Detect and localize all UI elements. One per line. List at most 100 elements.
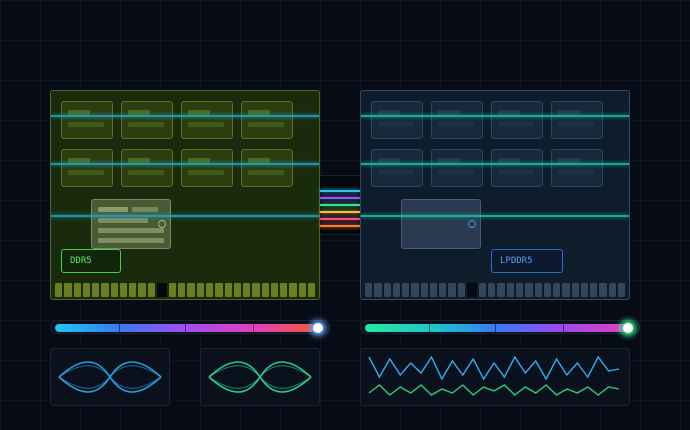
connector-pin — [64, 283, 72, 297]
waveform-panel — [360, 348, 630, 406]
memory-chip — [491, 101, 543, 139]
connector-pin — [506, 283, 514, 297]
connector-pin — [187, 283, 195, 297]
module-label-ddr5: DDR5 — [61, 249, 121, 273]
pmic-controller — [91, 199, 171, 249]
connector-pin — [411, 283, 419, 297]
bandwidth-fill — [365, 324, 627, 332]
bandwidth-bar-lpddr5 — [360, 320, 640, 334]
memory-chip — [241, 101, 293, 139]
connector-pin — [205, 283, 214, 297]
lpddr5-module: LPDDR5 — [360, 90, 630, 300]
connector-pin — [580, 283, 589, 297]
bus-wire — [320, 218, 360, 220]
connector-pin — [280, 283, 288, 297]
connector-pin — [168, 283, 177, 297]
key-notch — [156, 283, 167, 297]
eye-diagram-b — [208, 361, 312, 393]
glow-dot-icon — [313, 323, 323, 333]
memory-chip — [371, 149, 423, 187]
bandwidth-bar-ddr5 — [50, 320, 330, 334]
bus-wire — [320, 225, 360, 227]
bus-wire — [320, 190, 360, 192]
signal-trace — [361, 115, 629, 117]
eye-diagram-a — [58, 361, 162, 393]
connector-pin — [534, 283, 542, 297]
connector-pin — [448, 283, 456, 297]
module-label-lpddr5: LPDDR5 — [491, 249, 563, 273]
waveform-trace — [368, 355, 620, 381]
connector-pin — [307, 283, 316, 297]
memory-chip — [181, 149, 233, 187]
memory-chip — [371, 101, 423, 139]
connector-pin — [420, 283, 428, 297]
connector-pin — [608, 283, 616, 297]
connector-pin — [383, 283, 391, 297]
eye-diagram-panel-b — [200, 348, 320, 406]
connector-pin — [101, 283, 109, 297]
edge-connector — [361, 281, 629, 299]
connector-pin — [497, 283, 505, 297]
connector-pin — [82, 283, 91, 297]
connector-pin — [289, 283, 297, 297]
pmic-controller — [401, 199, 481, 249]
connector-pin — [196, 283, 204, 297]
signal-waveform — [368, 355, 620, 396]
bus-wire — [320, 211, 360, 213]
memory-chip — [431, 101, 483, 139]
connector-pin — [270, 283, 279, 297]
connector-pin — [243, 283, 251, 297]
bus-wire — [320, 204, 360, 206]
connector-pin — [429, 283, 438, 297]
connector-pin — [562, 283, 570, 297]
status-led-icon — [158, 220, 166, 228]
connector-pin — [543, 283, 552, 297]
connector-pin — [617, 283, 626, 297]
memory-chip — [551, 101, 603, 139]
memory-chip — [61, 149, 113, 187]
connector-pin — [525, 283, 533, 297]
ddr5-module: DDR5 — [50, 90, 320, 300]
connector-pin — [215, 283, 223, 297]
connector-pin — [129, 283, 137, 297]
connector-pin — [110, 283, 118, 297]
connector-pin — [553, 283, 561, 297]
connector-pin — [119, 283, 128, 297]
connector-pin — [402, 283, 410, 297]
memory-chip — [491, 149, 543, 187]
connector-pin — [55, 283, 63, 297]
connector-pin — [599, 283, 607, 297]
signal-trace — [51, 115, 319, 117]
connector-pin — [224, 283, 232, 297]
bandwidth-fill — [55, 324, 317, 332]
key-notch — [466, 283, 477, 297]
status-led-icon — [468, 220, 476, 228]
connector-pin — [233, 283, 242, 297]
signal-trace — [51, 163, 319, 165]
connector-pin — [392, 283, 401, 297]
signal-trace — [361, 215, 629, 217]
connector-pin — [590, 283, 598, 297]
connector-pin — [374, 283, 382, 297]
connector-pin — [92, 283, 100, 297]
signal-trace — [361, 163, 629, 165]
connector-pin — [261, 283, 269, 297]
connector-pin — [298, 283, 306, 297]
data-bus — [320, 175, 360, 235]
bus-wire — [320, 197, 360, 199]
signal-trace — [51, 215, 319, 217]
memory-chip — [551, 149, 603, 187]
waveform-trace — [368, 384, 620, 396]
memory-chip — [431, 149, 483, 187]
connector-pin — [571, 283, 579, 297]
memory-chip — [61, 101, 113, 139]
memory-chip — [121, 149, 173, 187]
memory-chip — [181, 101, 233, 139]
connector-pin — [138, 283, 146, 297]
edge-connector — [51, 281, 319, 299]
connector-pin — [515, 283, 524, 297]
glow-dot-icon — [623, 323, 633, 333]
eye-diagram-panel-a — [50, 348, 170, 406]
connector-pin — [147, 283, 155, 297]
connector-pin — [478, 283, 487, 297]
